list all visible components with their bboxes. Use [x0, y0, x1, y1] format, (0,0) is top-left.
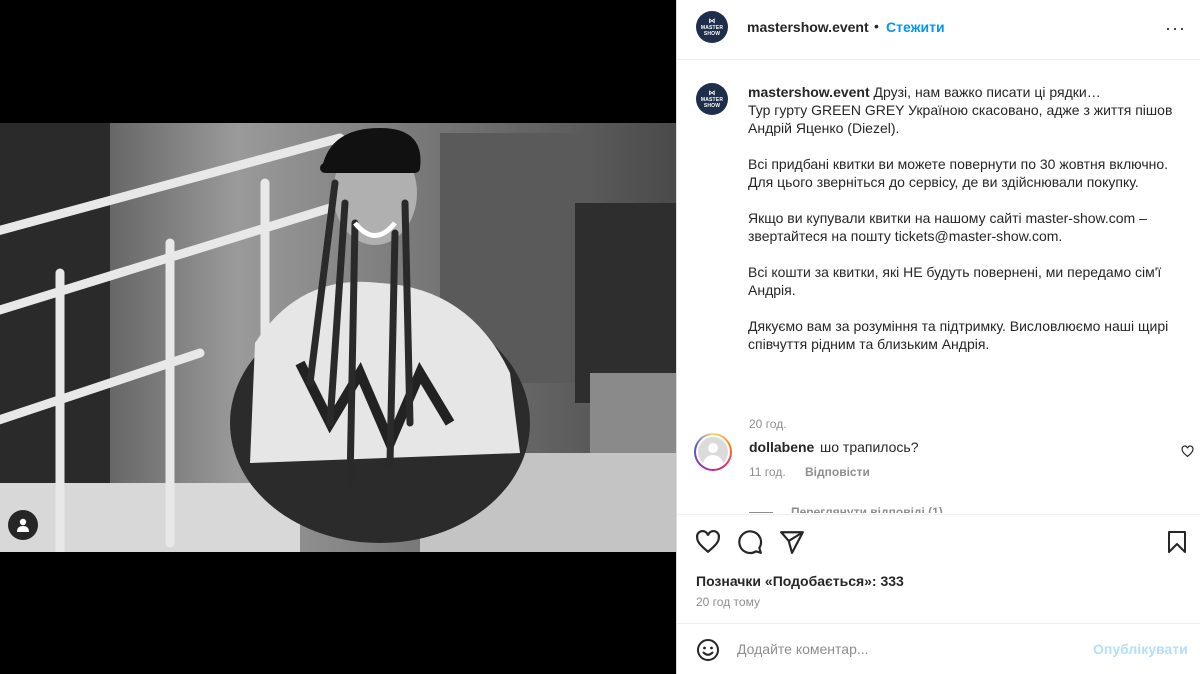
comment-text: шо трапилось? — [820, 439, 919, 455]
comment-composer: Опублікувати — [677, 623, 1200, 674]
bookmark-icon — [1168, 531, 1186, 553]
user-tag-button[interactable] — [8, 510, 38, 540]
comment-bubble-icon — [738, 530, 763, 555]
avatar-ring-inner — [696, 435, 730, 469]
emoji-button[interactable] — [696, 638, 720, 667]
bow-icon: ⋈ — [708, 89, 716, 97]
caption-body: mastershow.event Друзі, нам важко писати… — [748, 83, 1188, 353]
caption-username[interactable]: mastershow.event — [748, 84, 870, 100]
user-tag-icon — [17, 518, 29, 532]
post-header: ⋈ MASTER SHOW mastershow.event • Стежити… — [677, 0, 1200, 60]
heart-icon — [1181, 445, 1194, 458]
commenter-avatar[interactable] — [694, 433, 732, 471]
publish-button[interactable]: Опублікувати — [1093, 641, 1188, 657]
post-modal: ⋈ MASTER SHOW mastershow.event • Стежити… — [0, 0, 1200, 674]
share-button[interactable] — [779, 529, 805, 560]
caption-timestamp[interactable]: 20 год. — [749, 417, 787, 431]
header-separator: • — [874, 18, 879, 34]
caption-avatar[interactable]: ⋈ MASTER SHOW — [696, 83, 728, 115]
more-options-icon[interactable]: ··· — [1165, 18, 1186, 39]
heart-icon — [696, 529, 720, 554]
bow-icon: ⋈ — [708, 17, 716, 25]
comment-button[interactable] — [737, 529, 763, 560]
author-username[interactable]: mastershow.event — [747, 19, 869, 35]
commenter-username[interactable]: dollabene — [749, 439, 814, 455]
view-replies-label: Переглянути відповіді (1) — [791, 505, 943, 513]
default-avatar-icon — [698, 437, 728, 467]
post-timestamp[interactable]: 20 год тому — [696, 595, 760, 609]
media-pane — [0, 0, 676, 674]
likes-count[interactable]: Позначки «Подобається»: 333 — [696, 573, 904, 589]
photo-illustration — [0, 123, 676, 552]
emoji-icon — [697, 639, 719, 661]
post-actions: Позначки «Подобається»: 333 20 год тому — [677, 514, 1200, 620]
post-sidebar: ⋈ MASTER SHOW mastershow.event • Стежити… — [676, 0, 1200, 674]
follow-button[interactable]: Стежити — [886, 19, 945, 35]
like-button[interactable] — [695, 529, 721, 560]
reply-button[interactable]: Відповісти — [805, 465, 870, 479]
author-avatar[interactable]: ⋈ MASTER SHOW — [696, 11, 728, 43]
send-icon — [780, 531, 804, 554]
avatar-text-line2: SHOW — [703, 30, 721, 37]
comment-input[interactable] — [737, 638, 1077, 660]
comment-like-button[interactable] — [1181, 445, 1194, 463]
comments-scroll-area[interactable]: ⋈ MASTER SHOW mastershow.event Друзі, на… — [677, 61, 1200, 513]
view-replies-button[interactable]: Переглянути відповіді (1) — [749, 505, 943, 513]
caption-text: Друзі, нам важко писати ці рядки… Тур гу… — [748, 84, 1173, 352]
replies-divider — [749, 512, 773, 513]
post-photo[interactable] — [0, 123, 676, 552]
save-button[interactable] — [1165, 529, 1189, 560]
avatar-text-line2: SHOW — [703, 102, 721, 109]
comment-timestamp[interactable]: 11 год. — [749, 465, 786, 479]
